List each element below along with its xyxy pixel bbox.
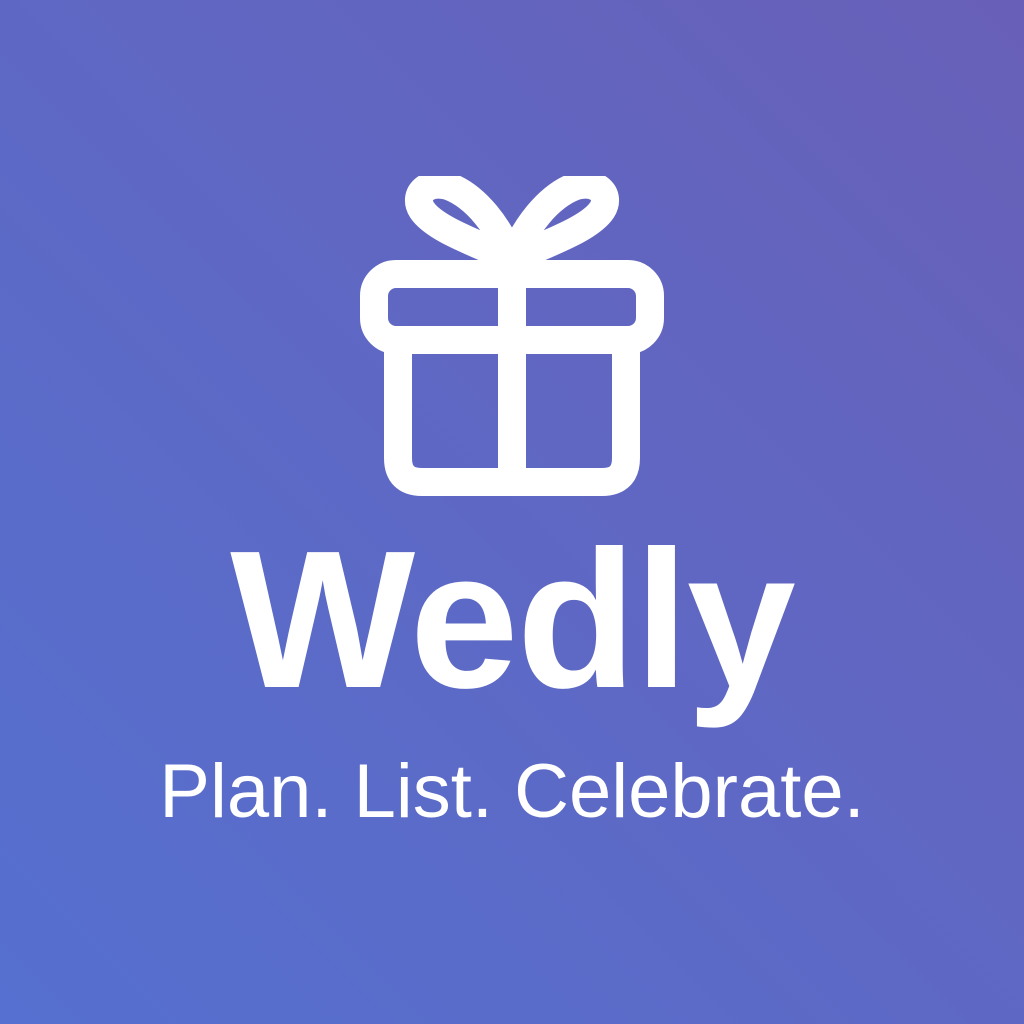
gift-icon: [356, 176, 668, 496]
app-name: Wedly: [230, 510, 796, 729]
tagline: Plan. List. Celebrate.: [159, 749, 865, 834]
splash-screen: Wedly Plan. List. Celebrate.: [0, 0, 1024, 1024]
